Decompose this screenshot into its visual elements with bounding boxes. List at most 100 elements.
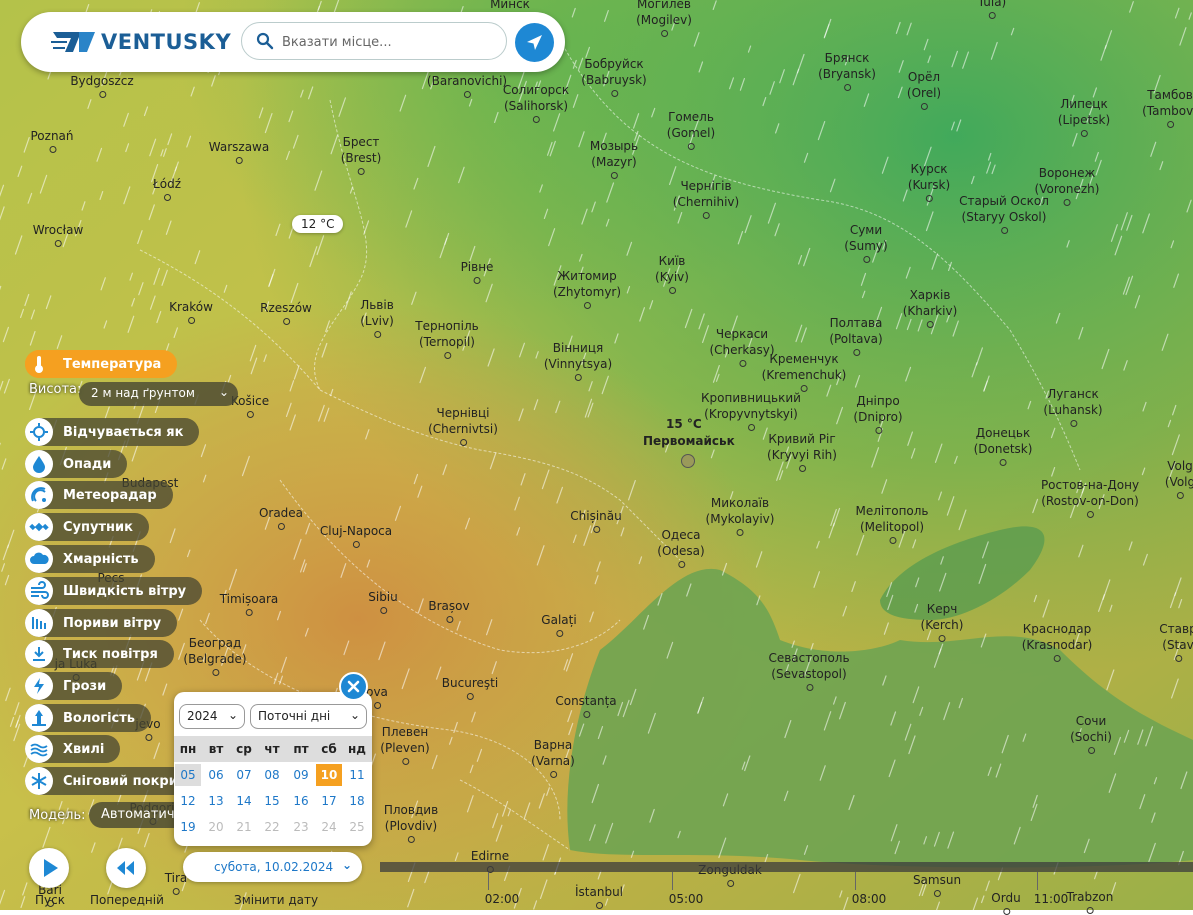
city-label[interactable]: Sibiu (368, 589, 398, 605)
calendar-day[interactable]: 15 (259, 790, 285, 812)
height-select[interactable]: 2 м над ґрунтом ⌄ (79, 382, 238, 406)
year-select[interactable]: 2024 ⌄ (179, 704, 245, 729)
calendar-day-selected[interactable]: 10 (316, 764, 342, 786)
city-label[interactable]: Ставр(Stav (1159, 621, 1193, 653)
selected-place-marker[interactable]: Первомайськ (643, 434, 733, 468)
city-label[interactable]: Львів(Lviv) (360, 297, 394, 329)
city-label[interactable]: Старый Оскол(Staryy Oskol) (959, 193, 1049, 225)
city-label[interactable]: Trabzon (1067, 889, 1114, 905)
city-label[interactable]: Рівне (461, 259, 494, 275)
layer-waves[interactable]: Хвилі (25, 735, 120, 763)
calendar-day[interactable]: 19 (175, 816, 201, 838)
city-label[interactable]: Липецк(Lipetsk) (1058, 96, 1110, 128)
city-label[interactable]: Брест(Brest) (341, 134, 382, 166)
my-location-button[interactable] (515, 23, 554, 62)
calendar-day[interactable]: 12 (175, 790, 201, 812)
city-label[interactable]: Житомир(Zhytomyr) (553, 268, 621, 300)
city-label[interactable]: Wrocław (33, 222, 84, 238)
calendar-day[interactable]: 06 (203, 764, 229, 786)
city-label[interactable]: Чернігів(Chernihiv) (673, 178, 739, 210)
city-label[interactable]: Керч(Kerch) (921, 601, 964, 633)
city-label[interactable]: Могилёв(Mogilev) (636, 0, 692, 28)
city-label[interactable]: Чернівці(Chernivtsi) (428, 405, 498, 437)
city-label[interactable]: Łódź (153, 176, 181, 192)
city-label[interactable]: Київ(Kyiv) (655, 253, 689, 285)
search-box[interactable] (241, 22, 507, 60)
selected-place-pin[interactable] (681, 454, 695, 468)
city-label[interactable]: Краснодар(Krasnodar) (1022, 621, 1093, 653)
city-label[interactable]: Курск(Kursk) (908, 161, 950, 193)
calendar-day[interactable]: 08 (259, 764, 285, 786)
city-label[interactable]: Брянск(Bryansk) (818, 50, 876, 82)
timeline-time-label[interactable]: 05:00 (669, 892, 704, 906)
calendar-day[interactable]: 17 (316, 790, 342, 812)
city-label[interactable]: Rzeszów (260, 300, 312, 316)
city-label[interactable]: Brașov (428, 598, 469, 614)
city-label[interactable]: Кременчук(Kremenchuk) (762, 351, 847, 383)
city-label[interactable]: Bucureşti (442, 675, 498, 691)
city-label[interactable]: Warszawa (209, 139, 269, 155)
city-label[interactable]: Дніпро(Dnipro) (853, 393, 902, 425)
city-label[interactable]: Тернопіль(Ternopil) (415, 318, 478, 350)
ventusky-logo[interactable]: VENTUSKY (51, 28, 231, 58)
city-label[interactable]: Constanța (555, 693, 616, 709)
city-label[interactable]: Харків(Kharkiv) (903, 287, 958, 319)
city-label[interactable]: Донецьк(Donetsk) (974, 425, 1033, 457)
city-label[interactable]: Гомель(Gomel) (667, 109, 715, 141)
city-label[interactable]: Миколаїв(Mykolayiv) (706, 495, 775, 527)
city-label[interactable]: (Baranovichi) (427, 73, 507, 89)
city-label[interactable]: Суми(Sumy) (844, 222, 887, 254)
city-label[interactable]: Tula) (978, 0, 1006, 10)
city-label[interactable]: Samsun (913, 872, 961, 888)
city-label[interactable]: Chișinău (570, 508, 621, 524)
layer-radar[interactable]: Метеорадар (25, 481, 173, 509)
timeline-time-label[interactable]: 08:00 (852, 892, 887, 906)
city-label[interactable]: Севастополь(Sevastopol) (768, 650, 849, 682)
city-label[interactable]: Солигорск(Salihorsk) (503, 82, 569, 114)
range-select[interactable]: Поточні дні ⌄ (250, 704, 367, 729)
layer-drop[interactable]: Опади (25, 450, 127, 478)
calendar-day[interactable]: 18 (344, 790, 370, 812)
calendar-day[interactable]: 07 (231, 764, 257, 786)
city-label[interactable]: Бобруйск(Babruysk) (581, 56, 646, 88)
city-label[interactable]: İstanbul (575, 884, 623, 900)
layer-feels-like[interactable]: Відчувається як (25, 418, 199, 446)
city-label[interactable]: Вінниця(Vinnytsya) (544, 340, 612, 372)
city-label[interactable]: Кривий Ріг(Kryvyi Rih) (767, 431, 837, 463)
layer-thermometer[interactable]: Температура (25, 350, 177, 378)
calendar-day[interactable]: 05 (175, 764, 201, 786)
layer-gust[interactable]: Пориви вітру (25, 609, 177, 637)
calendar-day[interactable]: 16 (288, 790, 314, 812)
date-select-button[interactable]: субота, 10.02.2024 ⌄ (183, 852, 362, 882)
layer-cloud[interactable]: Хмарність (25, 545, 155, 573)
timeline-time-label[interactable]: 11:00 (1034, 892, 1069, 906)
city-label[interactable]: Кропивницький(Kropyvnytskyi) (701, 390, 801, 422)
city-label[interactable]: Galați (541, 612, 576, 628)
calendar-day[interactable]: 09 (288, 764, 314, 786)
calendar-day[interactable]: 14 (231, 790, 257, 812)
city-label[interactable]: Орёл(Orel) (907, 69, 941, 101)
calendar-day[interactable]: 11 (344, 764, 370, 786)
layer-satellite[interactable]: Супутник (25, 513, 149, 541)
city-label[interactable]: Bydgoszcz (70, 73, 133, 89)
city-label[interactable]: Плевен(Pleven) (380, 724, 429, 756)
layer-lightning[interactable]: Грози (25, 672, 122, 700)
city-label[interactable]: Мелітополь(Melitopol) (855, 503, 928, 535)
previous-button[interactable] (106, 848, 146, 888)
city-label[interactable]: Ordu (991, 890, 1020, 906)
city-label[interactable]: Kraków (169, 299, 213, 315)
city-label[interactable]: Одеса(Odesa) (657, 527, 704, 559)
play-button[interactable] (29, 848, 69, 888)
city-label[interactable]: Варна(Varna) (531, 737, 575, 769)
layer-humidity[interactable]: Вологість (25, 704, 151, 732)
city-label[interactable]: Сочи(Sochi) (1070, 713, 1112, 745)
city-label[interactable]: Минск (490, 0, 530, 12)
city-label[interactable]: Oradea (259, 505, 303, 521)
city-label[interactable]: Ростов-на-Дону(Rostov-on-Don) (1041, 477, 1139, 509)
city-label[interactable]: Мозырь(Mazyr) (590, 138, 638, 170)
calendar-day[interactable]: 13 (203, 790, 229, 812)
city-label[interactable]: Poznań (30, 128, 73, 144)
city-label[interactable]: Volg(Volg (1165, 458, 1193, 490)
city-label[interactable]: Timișoara (220, 591, 279, 607)
city-label[interactable]: Тамбов(Tambov) (1142, 87, 1193, 119)
